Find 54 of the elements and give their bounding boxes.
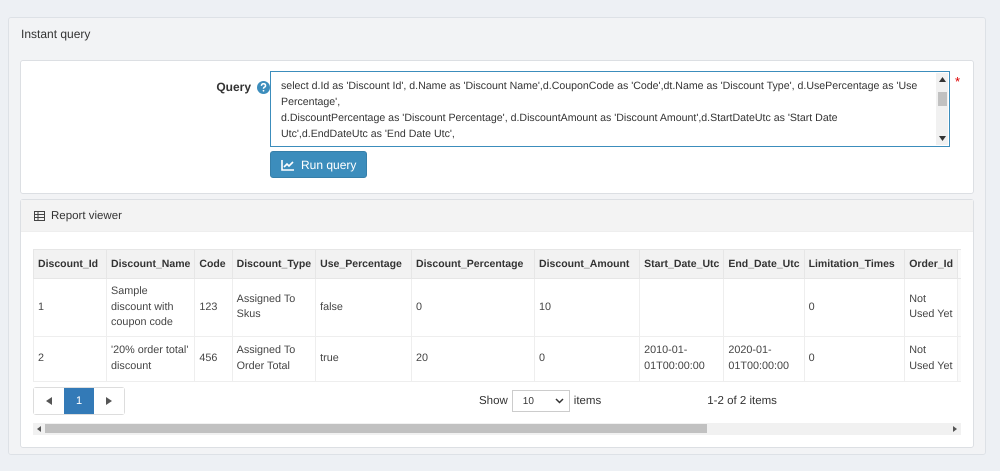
- report-title: Report viewer: [51, 210, 122, 222]
- table-cell: 10: [534, 278, 640, 336]
- table-cell: 0: [534, 336, 640, 381]
- table-cell: 1: [34, 278, 107, 336]
- column-header[interactable]: Use_Percentage: [316, 250, 412, 278]
- scrollbar-thumb[interactable]: [45, 424, 707, 433]
- table-cell: true: [316, 336, 412, 381]
- items-label: items: [574, 395, 602, 407]
- table-cell: 20: [412, 336, 535, 381]
- show-label: Show: [479, 395, 508, 407]
- column-header[interactable]: End_Date_Utc: [724, 250, 804, 278]
- table-icon: [34, 210, 45, 220]
- column-header[interactable]: Code: [194, 250, 232, 278]
- right-triangle-icon[interactable]: [953, 426, 957, 432]
- column-header[interactable]: Discount_Name: [106, 250, 195, 278]
- chevron-down-icon: [554, 398, 564, 404]
- scrollbar-thumb[interactable]: [938, 92, 946, 106]
- horizontal-scrollbar[interactable]: [33, 422, 961, 434]
- column-header[interactable]: Limitation_Times: [804, 250, 905, 278]
- query-label: Query: [216, 80, 251, 94]
- table-cell: 0: [804, 278, 905, 336]
- column-header[interactable]: Start_Date_Utc: [640, 250, 724, 278]
- left-triangle-icon[interactable]: [37, 426, 41, 432]
- table-cell: '20% order total' discount: [106, 336, 195, 381]
- table-cell: 456: [194, 336, 232, 381]
- panel-title: Instant query: [21, 26, 90, 40]
- left-triangle-icon: [46, 397, 52, 405]
- table-cell: 0: [412, 278, 535, 336]
- query-field[interactable]: select d.Id as 'Discount Id', d.Name as 'Discount Name',d.CouponCode as 'Code',dt.Name as 'Discount Type', d.UsePercentage as 'Use Percentage', d.DiscountPercentage as 'Discount Percentage', d.DiscountAmount as 'Discount Amount',d.StartDateUtc as 'Start Date Utc',d.EndDateUtc as 'End Date Utc',: [270, 71, 950, 147]
- table-cell: 2: [34, 336, 107, 381]
- column-header[interactable]: Discount_Id: [34, 250, 107, 278]
- up-triangle-icon[interactable]: [938, 77, 946, 82]
- column-header[interactable]: Discount_Percentage: [412, 250, 535, 278]
- chart-icon: [281, 158, 295, 170]
- table-cell: Sample discount with coupon code: [106, 278, 195, 336]
- table-cell: Assigned To Order Total: [232, 336, 316, 381]
- table-cell: 2010-01-01T00:00:00: [640, 336, 724, 381]
- column-header[interactable]: Discount_Type: [232, 250, 316, 278]
- page-size-select[interactable]: 10: [512, 390, 570, 412]
- table-cell: Assigned To Skus: [232, 278, 316, 336]
- column-header[interactable]: Discount_Amount: [534, 250, 640, 278]
- column-header[interactable]: Order_Id: [904, 250, 958, 278]
- table-cell: 2020-01-01T00:00:00: [724, 336, 804, 381]
- down-triangle-icon[interactable]: [938, 136, 946, 141]
- help-icon[interactable]: [257, 81, 270, 94]
- table-cell: false: [316, 278, 412, 336]
- required-mark: *: [955, 74, 960, 91]
- page-button[interactable]: 1: [64, 388, 94, 414]
- table-cell: 123: [194, 278, 232, 336]
- right-triangle-icon: [106, 397, 112, 405]
- table-cell: 0: [804, 336, 905, 381]
- run-query-button[interactable]: Run query: [270, 151, 368, 178]
- scrollbar[interactable]: [936, 73, 948, 145]
- items-summary: 1-2 of 2 items: [707, 395, 777, 407]
